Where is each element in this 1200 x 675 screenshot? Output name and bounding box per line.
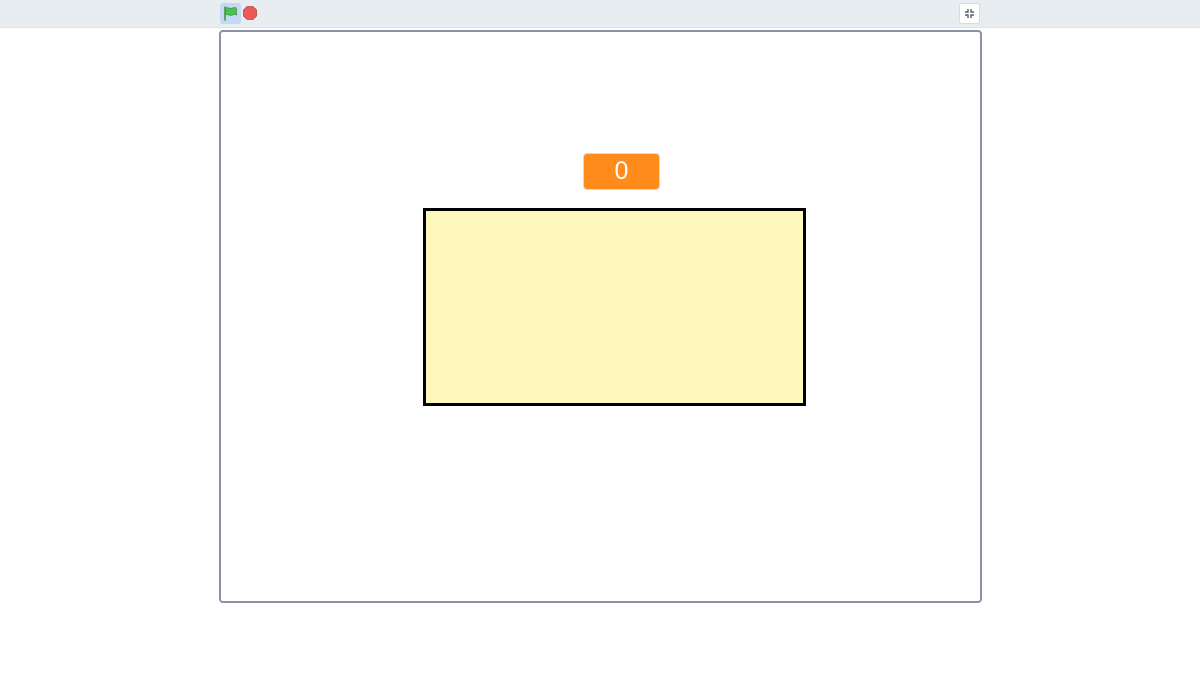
stop-sign-icon bbox=[243, 6, 257, 20]
stage-toolbar bbox=[0, 0, 1200, 28]
stop-button[interactable] bbox=[243, 6, 257, 20]
score-display: 0 bbox=[583, 153, 660, 190]
exit-fullscreen-button[interactable] bbox=[959, 3, 980, 24]
exit-fullscreen-icon bbox=[965, 9, 974, 18]
green-flag-button[interactable] bbox=[220, 3, 241, 24]
green-flag-icon bbox=[224, 6, 237, 21]
yellow-box-sprite[interactable] bbox=[423, 208, 806, 406]
